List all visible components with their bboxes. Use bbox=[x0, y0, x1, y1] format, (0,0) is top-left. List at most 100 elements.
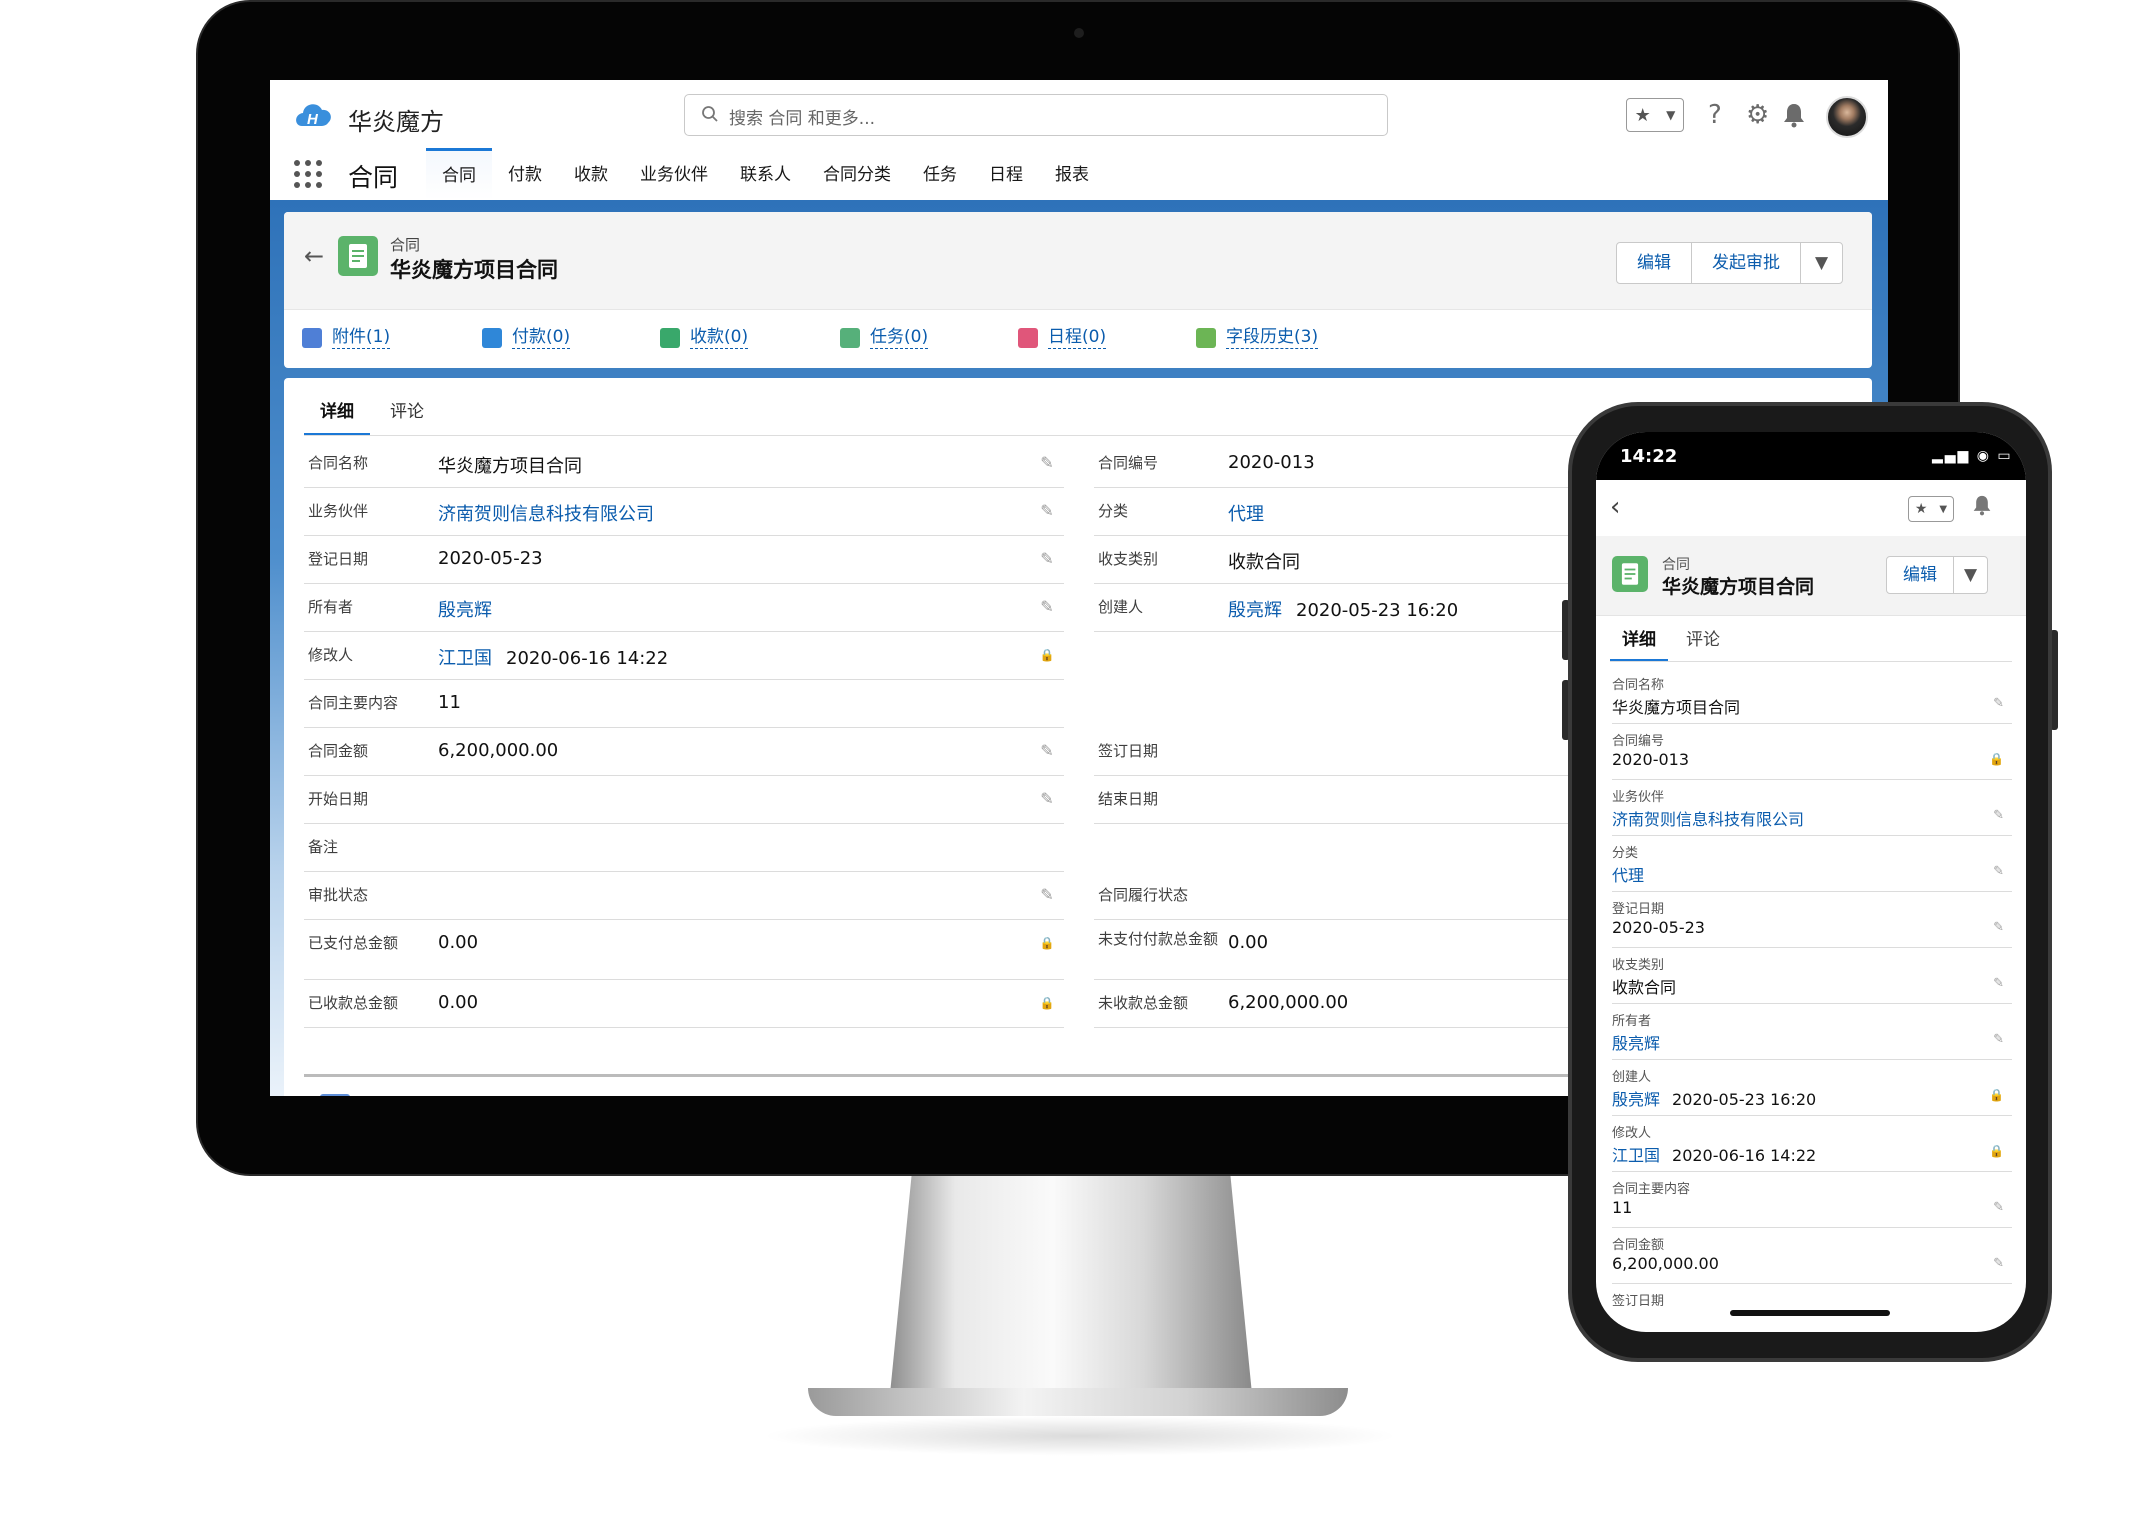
pencil-icon[interactable]: ✎ bbox=[1038, 598, 1056, 616]
bell-icon[interactable] bbox=[1782, 102, 1806, 128]
download-icon bbox=[660, 327, 680, 348]
phone-field-text: 11 bbox=[1612, 1198, 1633, 1217]
field-label: 合同主要内容 bbox=[308, 694, 399, 712]
bell-icon[interactable] bbox=[1972, 494, 1992, 516]
field-link[interactable]: 江卫国 bbox=[438, 648, 492, 669]
field-text: 2020-05-23 bbox=[438, 548, 543, 569]
phone-field-value: 济南贺则信息科技有限公司 bbox=[1612, 806, 1804, 830]
field-label: 合同金额 bbox=[308, 742, 369, 760]
start-approval-button[interactable]: 发起审批 bbox=[1692, 243, 1801, 283]
phone-tab-comments[interactable]: 评论 bbox=[1674, 620, 1732, 662]
phone-field-row: 签订日期 bbox=[1612, 1284, 2012, 1332]
field-value: 殷亮辉 2020-05-23 16:20 bbox=[1228, 596, 1458, 622]
related-attachments[interactable]: 附件(1) bbox=[302, 326, 391, 349]
phone-edit-button[interactable]: 编辑 bbox=[1887, 557, 1954, 593]
phone-favorites-button[interactable]: ★ ▼ bbox=[1908, 496, 1954, 522]
phone-field-link[interactable]: 殷亮辉 bbox=[1612, 1090, 1660, 1109]
field-link[interactable]: 殷亮辉 bbox=[438, 600, 492, 621]
phone-field-link[interactable]: 代理 bbox=[1612, 866, 1644, 885]
lock-icon: 🔒 bbox=[1989, 752, 2004, 766]
nav-tab-payments[interactable]: 付款 bbox=[492, 148, 558, 200]
field-value: 代理 bbox=[1228, 500, 1264, 526]
phone-field-text: 收款合同 bbox=[1612, 978, 1677, 997]
field-text: 11 bbox=[438, 692, 461, 713]
field-label: 已收款总金额 bbox=[308, 994, 399, 1012]
field-value: 0.00 bbox=[1228, 932, 1268, 953]
related-attachments-label: 附件(1) bbox=[332, 327, 391, 349]
nav-tab-reports[interactable]: 报表 bbox=[1039, 148, 1105, 200]
edit-button[interactable]: 编辑 bbox=[1617, 243, 1692, 283]
pencil-icon[interactable]: ✎ bbox=[1993, 696, 2004, 711]
field-text: 2020-06-16 14:22 bbox=[506, 648, 669, 669]
tab-comments[interactable]: 评论 bbox=[374, 390, 440, 436]
tab-details[interactable]: 详细 bbox=[304, 390, 370, 436]
more-actions-chevron-down-icon[interactable]: ▼ bbox=[1801, 243, 1842, 283]
help-icon[interactable]: ? bbox=[1708, 100, 1722, 130]
nav-tab-receipts[interactable]: 收款 bbox=[558, 148, 624, 200]
pencil-icon[interactable]: ✎ bbox=[1993, 1256, 2004, 1271]
phone-field-row: 创建人 殷亮辉 2020-05-23 16:20 🔒 bbox=[1612, 1060, 2012, 1116]
pencil-icon[interactable]: ✎ bbox=[1993, 1032, 2004, 1047]
field-text: 0.00 bbox=[438, 992, 479, 1013]
pencil-icon[interactable]: ✎ bbox=[1038, 502, 1056, 520]
related-payments[interactable]: 付款(0) bbox=[482, 326, 571, 349]
pencil-icon[interactable]: ✎ bbox=[1993, 808, 2004, 823]
pencil-icon[interactable]: ✎ bbox=[1993, 976, 2004, 991]
phone-field-label: 合同编号 bbox=[1612, 734, 1665, 749]
field-text: 0.00 bbox=[438, 932, 479, 953]
pencil-icon[interactable]: ✎ bbox=[1993, 864, 2004, 879]
related-tasks[interactable]: 任务(0) bbox=[840, 326, 929, 349]
signal-wifi-battery-icon: ▂▄▆ ◉ ▭ bbox=[1932, 448, 2013, 464]
phone-field-text: 2020-013 bbox=[1612, 750, 1690, 769]
pencil-icon[interactable]: ✎ bbox=[1038, 790, 1056, 808]
related-field-history[interactable]: 字段历史(3) bbox=[1196, 326, 1319, 349]
phone-field-link[interactable]: 殷亮辉 bbox=[1612, 1034, 1660, 1053]
field-value: 收款合同 bbox=[1228, 548, 1300, 574]
monitor-stand-foot bbox=[808, 1388, 1348, 1416]
nav-tab-calendar[interactable]: 日程 bbox=[973, 148, 1039, 200]
field-value: 华炎魔方项目合同 bbox=[438, 452, 582, 478]
field-label: 开始日期 bbox=[308, 790, 369, 808]
gear-icon[interactable]: ⚙ bbox=[1746, 100, 1769, 130]
related-receipts[interactable]: 收款(0) bbox=[660, 326, 749, 349]
field-link[interactable]: 殷亮辉 bbox=[1228, 600, 1282, 621]
app-launcher-icon[interactable] bbox=[294, 160, 322, 188]
record-title: 华炎魔方项目合同 bbox=[390, 258, 558, 282]
nav-tab-contracts[interactable]: 合同 bbox=[426, 148, 492, 200]
chevron-left-icon[interactable]: ‹ bbox=[1610, 492, 1620, 522]
phone-field-row: 登记日期 2020-05-23 ✎ bbox=[1612, 892, 2012, 948]
field-label: 合同名称 bbox=[308, 454, 369, 472]
record-type-label: 合同 bbox=[390, 236, 421, 254]
phone-tab-details[interactable]: 详细 bbox=[1610, 620, 1668, 662]
pencil-icon[interactable]: ✎ bbox=[1038, 742, 1056, 760]
nav-tab-contacts[interactable]: 联系人 bbox=[724, 148, 807, 200]
pencil-icon[interactable]: ✎ bbox=[1038, 454, 1056, 472]
favorites-button[interactable]: ★ ▼ bbox=[1626, 98, 1684, 132]
back-arrow-icon[interactable]: ← bbox=[304, 242, 324, 270]
global-header: H 华炎魔方 搜索 合同 和更多... ★ ▼ ? ⚙ 合同 合同 付款 收款 … bbox=[270, 80, 1888, 200]
nav-tab-partners[interactable]: 业务伙伴 bbox=[624, 148, 724, 200]
field-link[interactable]: 代理 bbox=[1228, 504, 1264, 525]
field-label: 未收款总金额 bbox=[1098, 994, 1189, 1012]
related-calendar[interactable]: 日程(0) bbox=[1018, 326, 1107, 349]
logo-icon[interactable]: H bbox=[292, 96, 336, 136]
pencil-icon[interactable]: ✎ bbox=[1038, 886, 1056, 904]
phone-more-chevron-down-icon[interactable]: ▼ bbox=[1954, 557, 1987, 593]
record-title: 华炎魔方项目合同 bbox=[1662, 576, 1815, 598]
pencil-icon[interactable]: ✎ bbox=[1993, 1200, 2004, 1215]
record-header-card: ← 合同 华炎魔方项目合同 编辑 发起审批 ▼ 附件(1) 付款(0) 收款(0… bbox=[284, 212, 1872, 368]
phone-field-link[interactable]: 江卫国 bbox=[1612, 1146, 1660, 1165]
field-link[interactable]: 济南贺则信息科技有限公司 bbox=[438, 504, 654, 525]
phone-field-link[interactable]: 济南贺则信息科技有限公司 bbox=[1612, 810, 1804, 829]
field-text: 华炎魔方项目合同 bbox=[438, 456, 582, 477]
user-avatar[interactable] bbox=[1826, 96, 1868, 138]
field-label: 签订日期 bbox=[1098, 742, 1159, 760]
search-icon bbox=[702, 106, 718, 122]
nav-tab-contract-categories[interactable]: 合同分类 bbox=[807, 148, 907, 200]
pencil-icon[interactable]: ✎ bbox=[1993, 920, 2004, 935]
upload-icon bbox=[482, 327, 502, 348]
global-search-input[interactable]: 搜索 合同 和更多... bbox=[684, 94, 1388, 136]
phone-field-value: 6,200,000.00 bbox=[1612, 1254, 1719, 1273]
pencil-icon[interactable]: ✎ bbox=[1038, 550, 1056, 568]
nav-tab-tasks[interactable]: 任务 bbox=[907, 148, 973, 200]
